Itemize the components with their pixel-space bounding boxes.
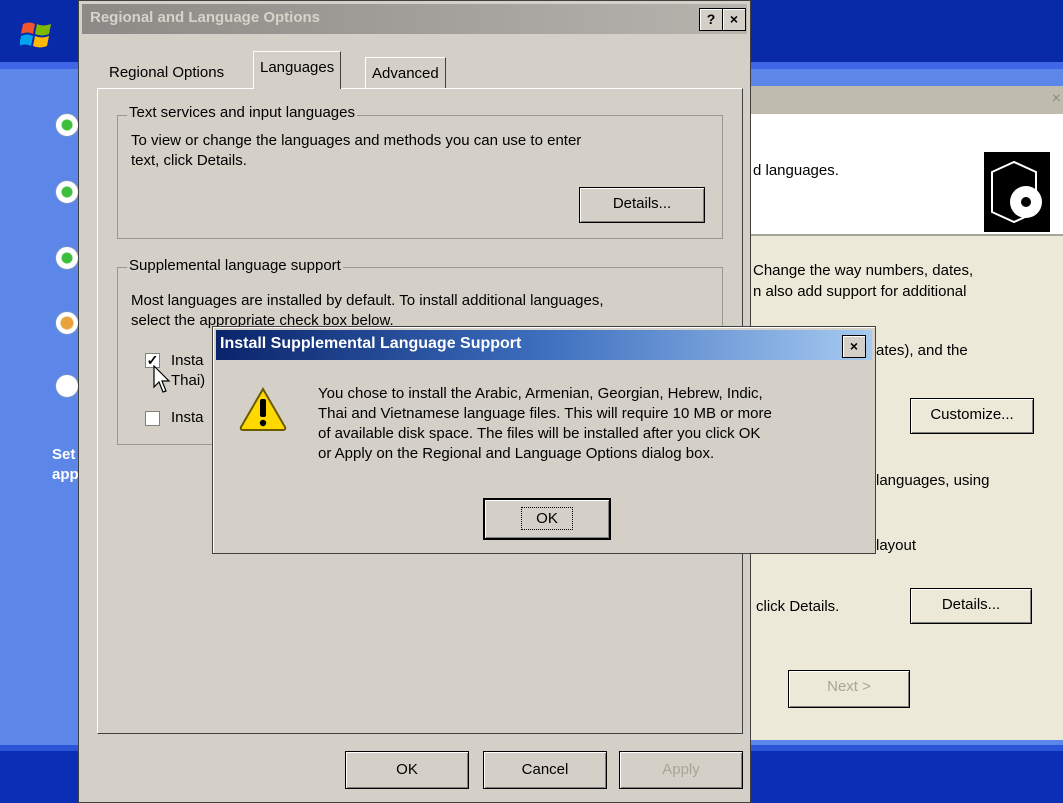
wizard-header-text: d languages. bbox=[753, 162, 839, 179]
wizard-text-line: click Details. bbox=[756, 598, 840, 615]
message-line: You chose to install the Arabic, Armenia… bbox=[318, 385, 763, 402]
install-supplemental-dialog: Install Supplemental Language Support × … bbox=[212, 326, 876, 554]
supplemental-description: Most languages are installed by default.… bbox=[131, 292, 604, 309]
wizard-details-button[interactable]: Details... bbox=[910, 588, 1032, 624]
setup-side-text-2: app bbox=[52, 466, 79, 483]
tab-languages[interactable]: Languages bbox=[253, 51, 342, 89]
step-pending-icon bbox=[55, 374, 79, 398]
details-button[interactable]: Details... bbox=[579, 187, 705, 223]
message-title: Install Supplemental Language Support bbox=[220, 335, 522, 352]
wizard-text-line: languages, using bbox=[876, 472, 990, 489]
wizard-separator bbox=[736, 234, 1063, 236]
wizard-text-line: Change the way numbers, dates, bbox=[753, 262, 974, 279]
text-services-group-label: Text services and input languages bbox=[127, 104, 357, 121]
warning-icon bbox=[239, 387, 287, 431]
complex-script-label-2: Thai) bbox=[171, 372, 206, 389]
cancel-button[interactable]: Cancel bbox=[483, 751, 607, 789]
cd-box-icon bbox=[984, 152, 1050, 232]
message-close-button[interactable]: × bbox=[842, 335, 866, 358]
step-complete-icon bbox=[55, 113, 79, 137]
message-line: of available disk space. The files will … bbox=[318, 425, 761, 442]
wizard-title-bar: × bbox=[736, 86, 1063, 114]
message-title-bar: Install Supplemental Language Support × bbox=[216, 330, 872, 360]
wizard-text-line: n also add support for additional bbox=[753, 283, 967, 300]
close-button[interactable]: × bbox=[722, 8, 746, 31]
help-button[interactable]: ? bbox=[699, 8, 723, 31]
mouse-cursor-icon bbox=[153, 365, 171, 393]
wizard-text-line: ates), and the bbox=[876, 342, 968, 359]
customize-button[interactable]: Customize... bbox=[910, 398, 1034, 434]
message-ok-label: OK bbox=[521, 507, 573, 530]
apply-button[interactable]: Apply bbox=[619, 751, 743, 789]
step-complete-icon bbox=[55, 180, 79, 204]
text-services-description: text, click Details. bbox=[131, 152, 247, 169]
message-text: You chose to install the Arabic, Armenia… bbox=[318, 384, 863, 464]
wizard-header: d languages. bbox=[736, 114, 1063, 234]
message-ok-button[interactable]: OK bbox=[484, 499, 610, 539]
windows-logo-icon bbox=[20, 22, 51, 48]
text-services-description: To view or change the languages and meth… bbox=[131, 132, 582, 149]
message-line: Thai and Vietnamese language files. This… bbox=[318, 405, 772, 422]
message-line: or Apply on the Regional and Language Op… bbox=[318, 445, 715, 462]
setup-side-text-1: Set bbox=[52, 446, 76, 463]
dialog-title-bar: Regional and Language Options ? × bbox=[82, 4, 747, 34]
complex-script-label: Insta bbox=[171, 352, 204, 369]
supplemental-group-label: Supplemental language support bbox=[127, 257, 343, 274]
wizard-close-icon[interactable]: × bbox=[1052, 90, 1061, 108]
tab-advanced[interactable]: Advanced bbox=[365, 57, 446, 89]
east-asian-checkbox[interactable] bbox=[145, 411, 160, 426]
step-complete-icon bbox=[55, 246, 79, 270]
ok-button[interactable]: OK bbox=[345, 751, 469, 789]
wizard-text-line: layout bbox=[876, 537, 917, 554]
step-current-icon bbox=[55, 311, 79, 335]
dialog-title: Regional and Language Options bbox=[90, 9, 321, 26]
tab-regional-options[interactable]: Regional Options bbox=[103, 57, 230, 89]
east-asian-label: Insta bbox=[171, 409, 204, 426]
next-button[interactable]: Next > bbox=[788, 670, 910, 708]
